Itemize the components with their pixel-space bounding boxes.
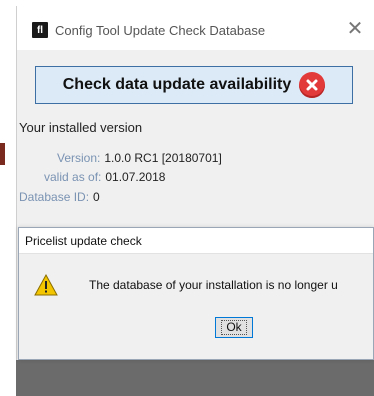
database-id-value: 0 xyxy=(93,190,100,204)
ok-button[interactable]: Ok xyxy=(215,317,253,338)
app-icon: fl xyxy=(32,22,48,38)
error-icon xyxy=(299,72,326,98)
database-id-label: Database ID: xyxy=(19,190,90,204)
version-value: 1.0.0 RC1 [20180701] xyxy=(104,151,222,165)
installed-version-heading: Your installed version xyxy=(19,120,143,135)
dialog-title-bar[interactable]: Pricelist update check xyxy=(19,228,373,254)
version-row: Version: 1.0.0 RC1 [20180701] xyxy=(57,151,222,165)
valid-as-of-value: 01.07.2018 xyxy=(105,170,166,184)
header-panel: Check data update availability xyxy=(35,66,353,104)
valid-as-of-label: valid as of: xyxy=(44,170,102,184)
error-x-glyph xyxy=(306,79,318,91)
pricelist-update-dialog: Pricelist update check The database of y… xyxy=(18,227,374,360)
background-bottom xyxy=(16,360,374,396)
ok-button-label: Ok xyxy=(221,320,247,335)
dialog-message: The database of your installation is no … xyxy=(89,278,338,292)
valid-as-of-row: valid as of: 01.07.2018 xyxy=(44,170,165,184)
background-left xyxy=(0,0,16,396)
dialog-title: Pricelist update check xyxy=(25,234,142,248)
version-label: Version: xyxy=(57,151,101,165)
background-window-edge xyxy=(0,143,5,165)
header-title: Check data update availability xyxy=(62,76,292,93)
close-button[interactable]: ✕ xyxy=(336,14,374,42)
warning-icon xyxy=(34,274,58,296)
window-title: Config Tool Update Check Database xyxy=(55,23,266,38)
database-id-row: Database ID: 0 xyxy=(19,190,100,204)
close-icon: ✕ xyxy=(346,17,364,40)
title-bar[interactable]: fl Config Tool Update Check Database ✕ xyxy=(17,6,374,50)
